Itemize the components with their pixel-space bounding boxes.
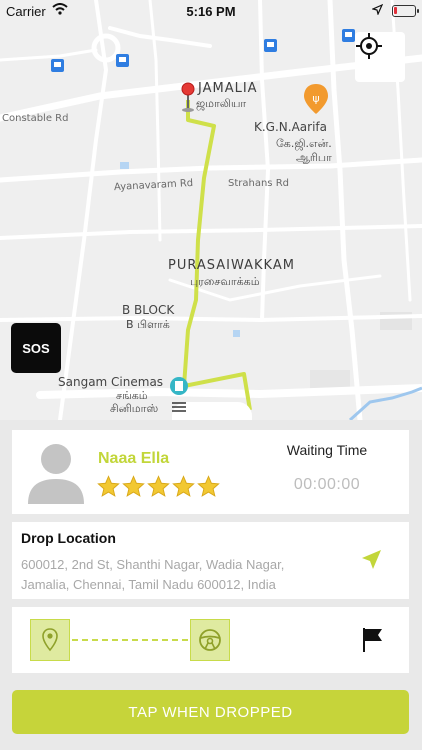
tap-when-dropped-button[interactable]: TAP WHEN DROPPED [12, 690, 409, 734]
clock: 5:16 PM [186, 4, 236, 19]
restaurant-icon: ψ [304, 84, 328, 114]
flag-icon [363, 628, 382, 652]
progress-dashed-line [72, 639, 188, 641]
battery-icon [392, 5, 419, 17]
target-icon [356, 33, 382, 59]
map-label-purasaiwakkam: PURASAIWAKKAM [168, 258, 295, 273]
driver-name: Naaa Ella [98, 450, 170, 467]
steering-wheel-icon [199, 629, 221, 651]
drop-location-card: Drop Location 600012, 2nd St, Shanthi Na… [12, 522, 409, 599]
route-line [182, 100, 252, 411]
cinema-icon [170, 377, 188, 395]
map-label-purasaiwakkam-ta: புரசைவாக்கம் [190, 275, 260, 288]
trip-progress-card [12, 607, 409, 673]
waiting-time-label: Waiting Time [286, 442, 368, 458]
map-label-sangam-ta-2: சினிமாஸ் [110, 402, 159, 415]
star-icon [197, 475, 220, 497]
drop-location-title: Drop Location [21, 530, 116, 546]
location-pin-icon [42, 628, 58, 652]
svg-text:ψ: ψ [312, 92, 319, 105]
map-label-jamalia-ta: ஜமாலியா [196, 97, 247, 110]
map-label-kgn-ta-2: ஆரிபா [296, 151, 332, 164]
star-icon [172, 475, 195, 497]
map-label-jamalia: JAMALIA [198, 81, 258, 96]
star-icon [97, 475, 120, 497]
destination-pin-icon [181, 82, 195, 112]
map-view[interactable]: ψ JAMALIA ஜமாலியா K.G.N.Aarifa கே.ஜி.என்… [0, 0, 422, 420]
driver-card: Naaa Ella Waiting Time 00:00:00 [12, 430, 409, 514]
map-label-kgn: K.G.N.Aarifa [254, 120, 327, 134]
navigate-arrow-icon[interactable] [359, 548, 383, 572]
map-label-b-block-ta: B பிளாக் [126, 318, 170, 331]
avatar [28, 444, 84, 504]
map-label-strahans-rd: Strahans Rd [228, 178, 289, 189]
star-icon [147, 475, 170, 497]
rating-stars [97, 475, 220, 498]
waiting-time-value: 00:00:00 [293, 476, 361, 493]
map-label-sangam: Sangam Cinemas [58, 375, 164, 389]
map-label-kgn-ta-1: கே.ஜி.என். [276, 137, 332, 150]
menu-lines-icon [172, 402, 186, 412]
sos-button[interactable]: SOS [11, 323, 61, 373]
locate-me-button[interactable] [355, 32, 405, 82]
drop-location-address: 600012, 2nd St, Shanthi Nagar, Wadia Nag… [21, 557, 285, 592]
status-bar: Carrier 5:16 PM [0, 0, 422, 22]
location-services-icon [372, 4, 383, 15]
pickup-marker [30, 619, 70, 661]
driver-marker [190, 619, 230, 661]
map-label-constable-rd: Constable Rd [2, 113, 69, 124]
battery-level [394, 7, 397, 14]
drawer-handle[interactable] [172, 402, 252, 420]
star-icon [122, 475, 145, 497]
map-label-b-block: B BLOCK [122, 303, 175, 317]
